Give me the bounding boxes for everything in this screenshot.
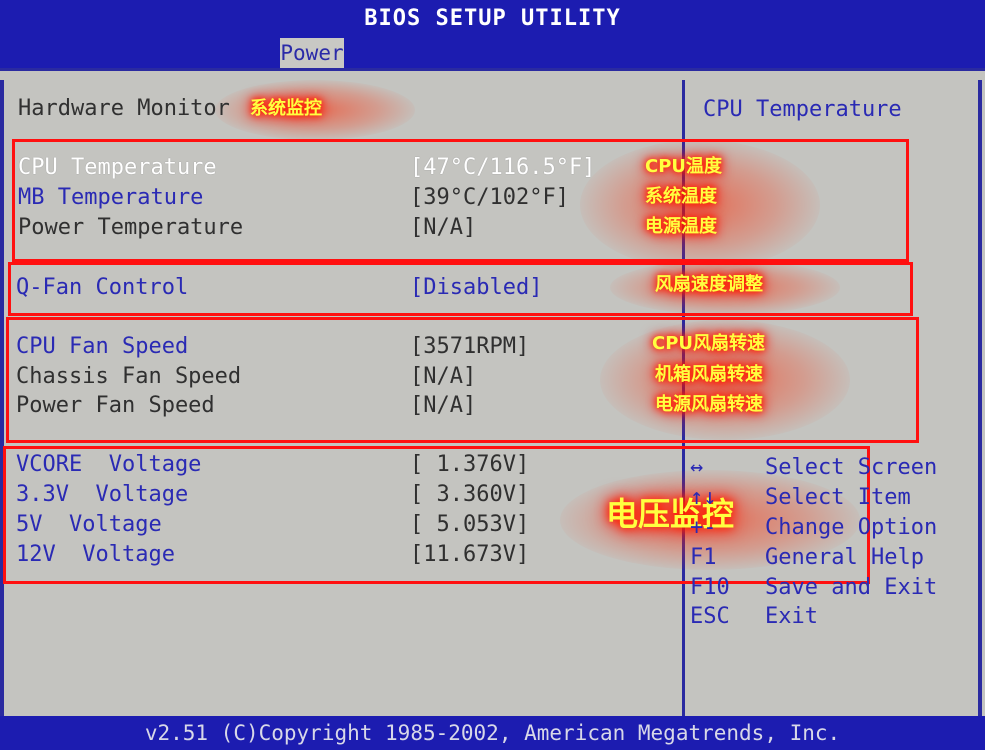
window-title: BIOS SETUP UTILITY — [0, 0, 985, 38]
item-value: [ 5.053V] — [410, 512, 530, 537]
help-key: F10 — [690, 575, 730, 600]
item-value: [N/A] — [410, 215, 477, 240]
item-label: Power Temperature — [18, 215, 244, 240]
item-value: [ 3.360V] — [410, 482, 530, 507]
help-key: ESC — [690, 604, 730, 629]
help-action: Select Screen — [765, 455, 938, 480]
item-label: CPU Fan Speed — [16, 334, 189, 359]
item-annotation: 风扇速度调整 — [655, 274, 763, 295]
item-label: MB Temperature — [18, 185, 204, 210]
item-label: 3.3V Voltage — [16, 482, 189, 507]
item-value: [N/A] — [410, 364, 477, 389]
section-annotation: 系统监控 — [250, 98, 322, 119]
item-value: [39°C/102°F] — [410, 185, 569, 210]
section-title: Hardware Monitor — [18, 96, 230, 121]
item-label: VCORE Voltage — [16, 452, 202, 477]
help-action: General Help — [765, 545, 924, 570]
help-key: ↔ — [690, 455, 704, 480]
item-label: Chassis Fan Speed — [16, 364, 242, 389]
item-annotation: 系统温度 — [645, 186, 717, 207]
item-value: [Disabled] — [410, 275, 543, 300]
help-key: ↑↓ — [690, 485, 717, 510]
tab-power[interactable]: Power — [280, 38, 344, 68]
help-action: Select Item — [765, 485, 911, 510]
item-label: 5V Voltage — [16, 512, 162, 537]
panel-left-border — [0, 80, 4, 716]
item-value: [3571RPM] — [410, 334, 530, 359]
help-action: Change Option — [765, 515, 938, 540]
help-key: +- — [690, 515, 717, 540]
panel-right-border — [978, 80, 982, 716]
item-annotation: 机箱风扇转速 — [655, 364, 763, 385]
item-annotation: CPU温度 — [645, 156, 723, 177]
item-annotation: CPU风扇转速 — [652, 333, 766, 354]
item-value: [N/A] — [410, 393, 477, 418]
item-value: [11.673V] — [410, 542, 530, 567]
item-label: CPU Temperature — [18, 155, 217, 180]
item-label: Power Fan Speed — [16, 393, 215, 418]
help-key: F1 — [690, 545, 717, 570]
help-title: CPU Temperature — [703, 97, 902, 122]
help-action: Exit — [765, 604, 818, 629]
help-action: Save and Exit — [765, 575, 938, 600]
menu-bar: Power — [0, 38, 985, 68]
item-label: Q-Fan Control — [16, 275, 189, 300]
item-annotation: 电源温度 — [645, 216, 717, 237]
copyright-footer: v2.51 (C)Copyright 1985-2002, American M… — [0, 716, 985, 750]
item-value: [47°C/116.5°F] — [410, 155, 596, 180]
item-label: 12V Voltage — [16, 542, 175, 567]
item-annotation: 电源风扇转速 — [655, 394, 763, 415]
item-value: [ 1.376V] — [410, 452, 530, 477]
